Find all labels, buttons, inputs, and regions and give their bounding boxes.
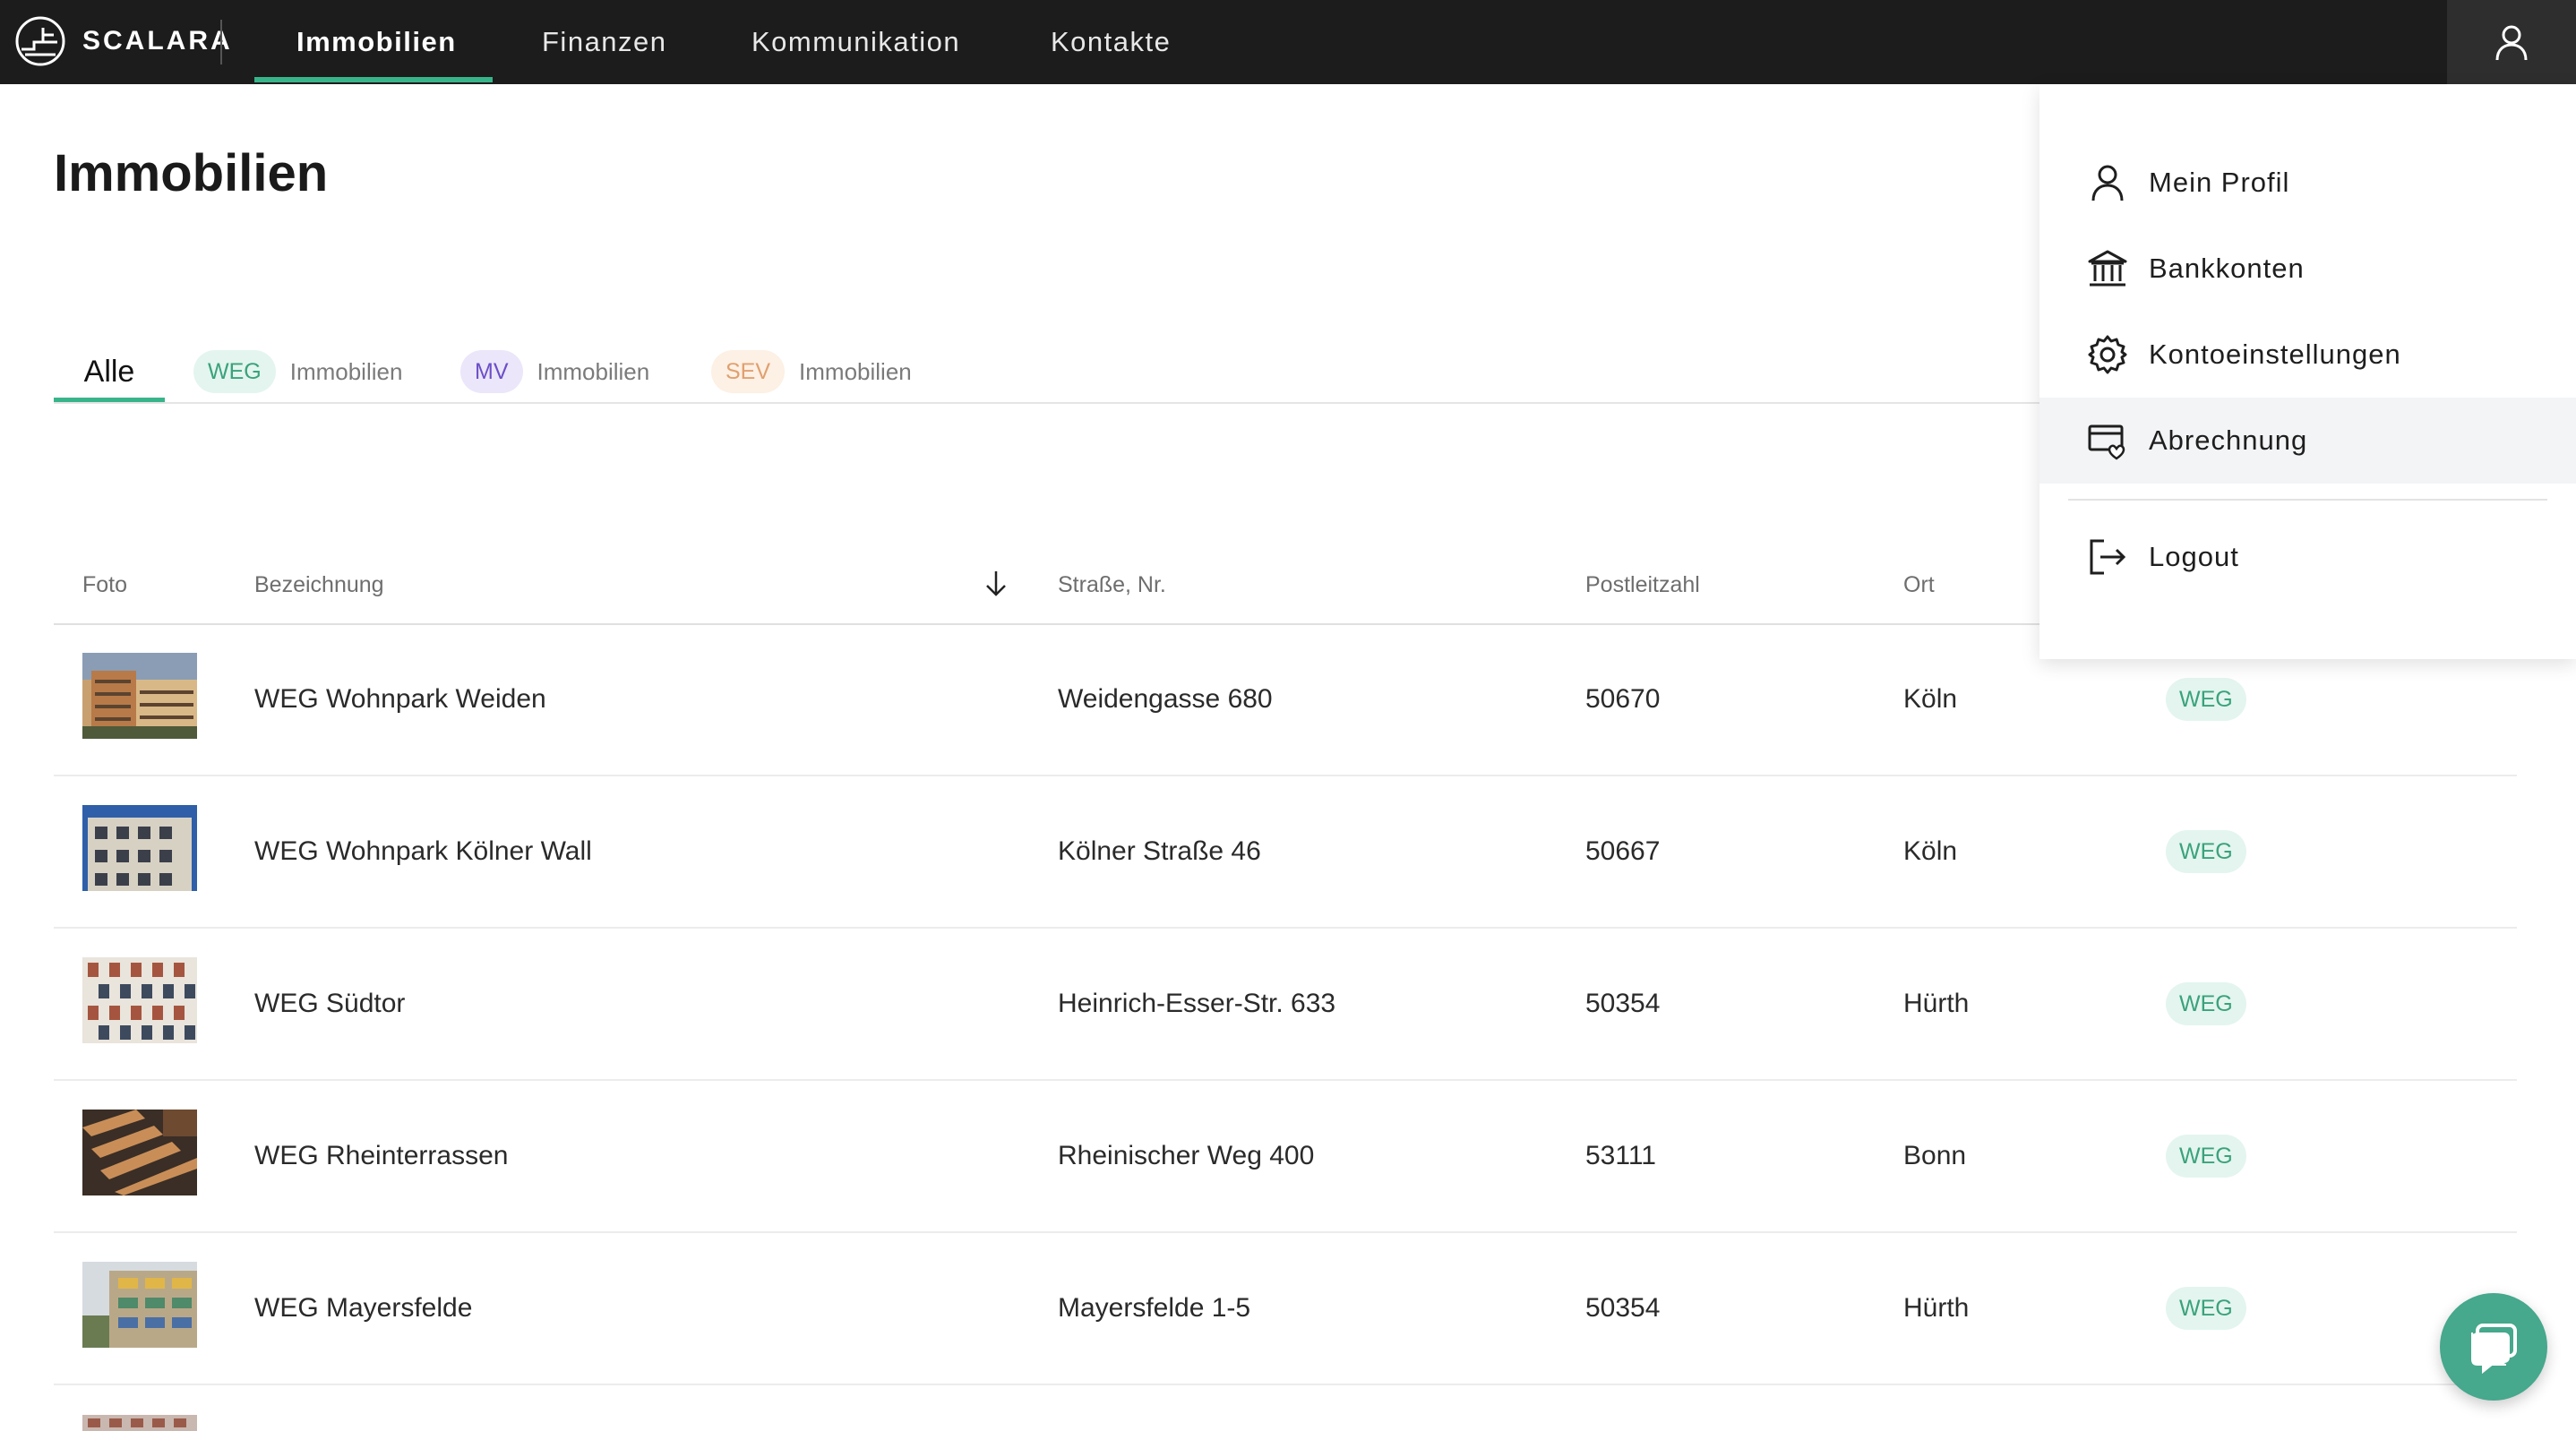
nav-item-finanzen[interactable]: Finanzen	[542, 0, 667, 84]
nav-active-indicator	[254, 77, 493, 82]
tab-alle[interactable]: Alle	[54, 340, 165, 403]
person-icon	[2091, 165, 2124, 201]
logout-icon	[2090, 539, 2126, 575]
property-type-badge: WEG	[2166, 678, 2246, 721]
property-type-badge: WEG	[2166, 830, 2246, 873]
tab-weg-immobilien[interactable]: WEG Immobilien	[193, 340, 402, 403]
brand-name: SCALARA	[82, 26, 233, 56]
property-type-badge: WEG	[2166, 1135, 2246, 1178]
tab-label: Immobilien	[289, 357, 403, 385]
property-city: Bonn	[1903, 1141, 1967, 1170]
property-zip: 50670	[1585, 684, 1661, 714]
menu-item-bankkonten[interactable]: Bankkonten	[2039, 226, 2576, 312]
property-photo	[82, 957, 197, 1043]
tab-label: Immobilien	[537, 357, 650, 385]
menu-divider	[2068, 499, 2547, 501]
table-row[interactable]: WEG Mayersfelde Mayersfelde 1-5 50354 Hü…	[54, 1233, 2517, 1385]
top-navigation-bar: SCALARA Immobilien Finanzen Kommunikatio…	[0, 0, 2576, 84]
property-name: WEG Südtor	[254, 989, 406, 1018]
chat-support-button[interactable]	[2440, 1293, 2547, 1401]
sev-badge: SEV	[711, 350, 786, 393]
tab-label: Immobilien	[799, 357, 912, 385]
brand-logo[interactable]: SCALARA	[14, 14, 233, 68]
user-icon	[2495, 25, 2528, 61]
table-row[interactable]: WEG Südtor Heinrich-Esser-Str. 633 50354…	[54, 929, 2517, 1081]
menu-item-kontoeinstellungen[interactable]: Kontoeinstellungen	[2039, 312, 2576, 398]
property-type-badge: WEG	[2166, 1287, 2246, 1330]
gear-icon	[2088, 335, 2127, 374]
weg-badge: WEG	[193, 350, 276, 393]
property-street: Weidengasse 680	[1058, 684, 1273, 714]
menu-item-abrechnung[interactable]: Abrechnung	[2039, 398, 2576, 484]
menu-item-logout[interactable]: Logout	[2039, 514, 2576, 600]
property-zip: 50354	[1585, 1293, 1661, 1323]
property-zip: 50354	[1585, 989, 1661, 1018]
billing-icon	[2088, 424, 2125, 460]
menu-label: Abrechnung	[2149, 424, 2308, 456]
menu-label: Mein Profil	[2149, 167, 2290, 198]
scalara-logo-icon	[15, 16, 65, 66]
property-street: Heinrich-Esser-Str. 633	[1058, 989, 1336, 1018]
property-type-badge: WEG	[2166, 982, 2246, 1025]
tab-mv-immobilien[interactable]: MV Immobilien	[460, 340, 649, 403]
column-header-foto: Foto	[82, 571, 128, 597]
page-title: Immobilien	[54, 144, 329, 202]
column-header-strasse[interactable]: Straße, Nr.	[1058, 546, 1166, 623]
nav-item-immobilien[interactable]: Immobilien	[296, 0, 457, 84]
property-name: WEG Rheinterrassen	[254, 1141, 509, 1170]
menu-label: Bankkonten	[2149, 253, 2305, 284]
user-menu-button[interactable]	[2447, 0, 2576, 84]
logo-divider	[220, 20, 222, 64]
nav-item-kontakte[interactable]: Kontakte	[1051, 0, 1171, 84]
table-row[interactable]: WEG Wohnpark Kölner Wall Kölner Straße 4…	[54, 776, 2517, 929]
property-photo	[82, 1110, 197, 1195]
menu-label: Logout	[2149, 541, 2239, 572]
property-city: Hürth	[1903, 1293, 1970, 1323]
column-header-bezeichnung[interactable]: Bezeichnung	[254, 546, 384, 623]
property-street: Mayersfelde 1-5	[1058, 1293, 1251, 1323]
property-city: Köln	[1903, 836, 1958, 866]
menu-label: Kontoeinstellungen	[2149, 338, 2401, 370]
property-photo	[82, 1415, 197, 1431]
column-header-ort[interactable]: Ort	[1903, 546, 1935, 623]
property-street: Rheinischer Weg 400	[1058, 1141, 1315, 1170]
property-street: Kölner Straße 46	[1058, 836, 1261, 866]
mv-badge: MV	[460, 350, 523, 393]
chat-bubble-icon	[2471, 1324, 2517, 1375]
tab-sev-immobilien[interactable]: SEV Immobilien	[711, 340, 912, 403]
nav-item-kommunikation[interactable]: Kommunikation	[751, 0, 960, 84]
bank-icon	[2088, 250, 2127, 287]
tab-active-indicator	[54, 398, 165, 402]
menu-item-mein-profil[interactable]: Mein Profil	[2039, 140, 2576, 226]
property-zip: 50667	[1585, 836, 1661, 866]
user-dropdown-menu: Mein Profil Bankkonten Kontoeinstellunge…	[2039, 84, 2576, 659]
property-name: WEG Mayersfelde	[254, 1293, 473, 1323]
column-header-postleitzahl[interactable]: Postleitzahl	[1585, 546, 1700, 623]
property-photo	[82, 653, 197, 739]
property-zip: 53111	[1585, 1141, 1656, 1170]
table-row[interactable]: WEG Rheinterrassen Rheinischer Weg 400 5…	[54, 1081, 2517, 1233]
sort-descending-icon[interactable]	[978, 566, 1014, 602]
property-city: Köln	[1903, 684, 1958, 714]
property-photo	[82, 1262, 197, 1348]
property-photo	[82, 805, 197, 891]
property-name: WEG Wohnpark Weiden	[254, 684, 546, 714]
property-name: WEG Wohnpark Kölner Wall	[254, 836, 592, 866]
property-city: Hürth	[1903, 989, 1970, 1018]
